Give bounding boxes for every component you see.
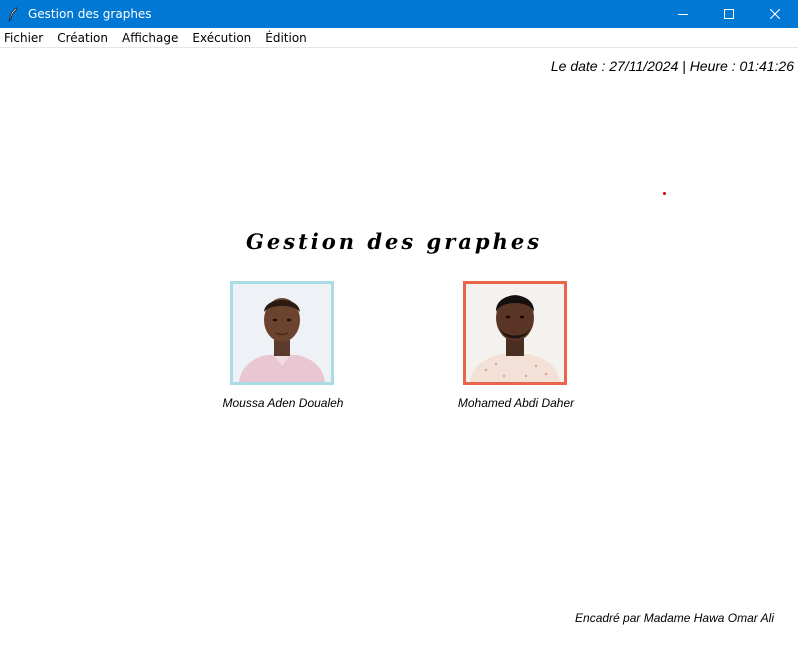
maximize-icon (724, 9, 734, 19)
member-name-2: Mohamed Abdi Daher (457, 396, 575, 410)
datetime-label: Le date : 27/11/2024 | Heure : 01:41:26 (550, 58, 794, 74)
menu-affichage[interactable]: Affichage (118, 31, 185, 45)
window-controls (660, 0, 798, 28)
menu-execution[interactable]: Exécution (188, 31, 258, 45)
maximize-button[interactable] (706, 0, 752, 28)
menu-bar: Fichier Création Affichage Exécution Édi… (0, 28, 798, 48)
menu-edition[interactable]: Édition (261, 31, 314, 45)
menu-fichier[interactable]: Fichier (0, 31, 50, 45)
member-photo-2 (463, 281, 567, 385)
close-icon (770, 9, 780, 19)
title-bar[interactable]: Gestion des graphes (0, 0, 798, 28)
member-photo-1 (230, 281, 334, 385)
feather-icon (8, 6, 22, 22)
menu-creation[interactable]: Création (53, 31, 115, 45)
page-title: Gestion des graphes (245, 229, 543, 254)
minimize-button[interactable] (660, 0, 706, 28)
red-dot (663, 192, 666, 195)
supervisor-label: Encadré par Madame Hawa Omar Ali (575, 611, 774, 625)
member-name-1: Moussa Aden Doualeh (222, 396, 344, 410)
close-button[interactable] (752, 0, 798, 28)
minimize-icon (678, 14, 688, 15)
window-title: Gestion des graphes (28, 7, 152, 21)
